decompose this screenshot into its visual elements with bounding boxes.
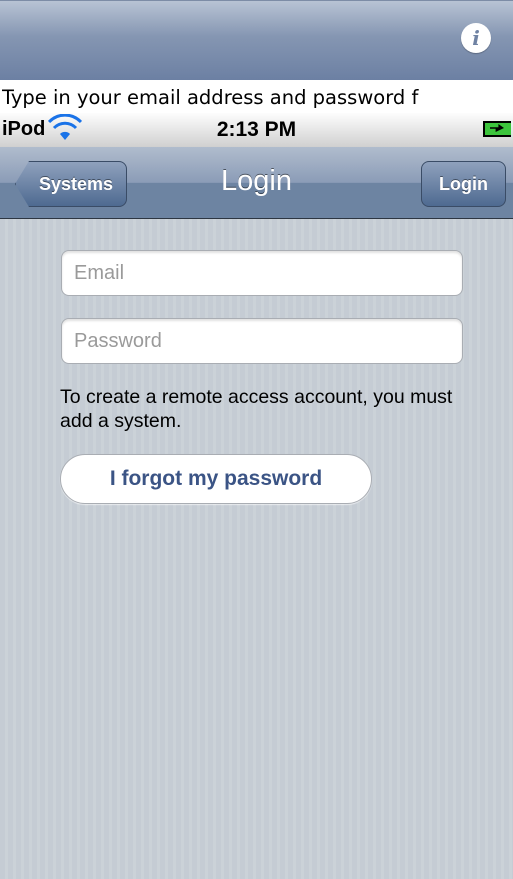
phone-screenshot: iPod 2:13 PM Systems Login Login To crea… <box>0 113 513 879</box>
account-info-text: To create a remote access account, you m… <box>60 386 453 432</box>
login-button[interactable]: Login <box>421 161 506 207</box>
info-icon[interactable]: i <box>461 23 491 53</box>
status-bar: iPod 2:13 PM <box>0 113 513 147</box>
password-field[interactable] <box>61 318 463 364</box>
navigation-bar: Systems Login Login <box>0 147 513 219</box>
forgot-password-button[interactable]: I forgot my password <box>60 454 372 504</box>
status-time: 2:13 PM <box>216 118 297 141</box>
app-header-bar: i <box>0 0 513 80</box>
instruction-caption: Type in your email address and password … <box>2 86 419 109</box>
email-field[interactable] <box>61 250 463 296</box>
